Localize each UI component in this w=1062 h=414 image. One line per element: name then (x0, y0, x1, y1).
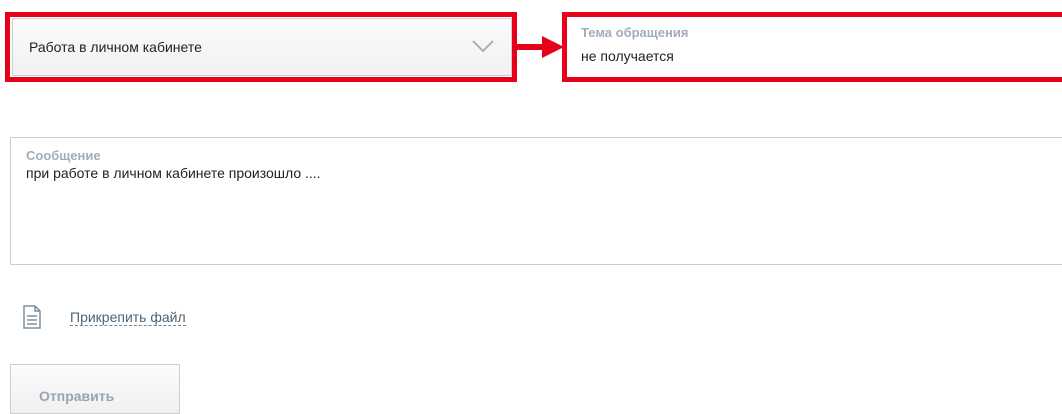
submit-button[interactable]: Отправить (10, 364, 180, 414)
message-text[interactable]: при работе в личном кабинете произошло .… (26, 165, 321, 181)
chevron-down-icon[interactable] (471, 38, 495, 54)
attach-file-link[interactable]: Прикрепить файл (70, 309, 186, 326)
file-icon (23, 305, 41, 329)
attach-file[interactable]: Прикрепить файл (22, 304, 186, 330)
message-textarea[interactable]: Сообщение при работе в личном кабинете п… (10, 137, 1062, 265)
category-select[interactable]: Работа в личном кабинете (12, 18, 512, 76)
arrow-right-icon (516, 36, 564, 58)
category-select-value: Работа в личном кабинете (29, 39, 202, 55)
subject-input-value[interactable]: не получается (581, 48, 674, 64)
message-label: Сообщение (26, 148, 101, 163)
subject-field[interactable]: Тема обращения не получается (567, 17, 1062, 77)
subject-label: Тема обращения (581, 25, 689, 40)
